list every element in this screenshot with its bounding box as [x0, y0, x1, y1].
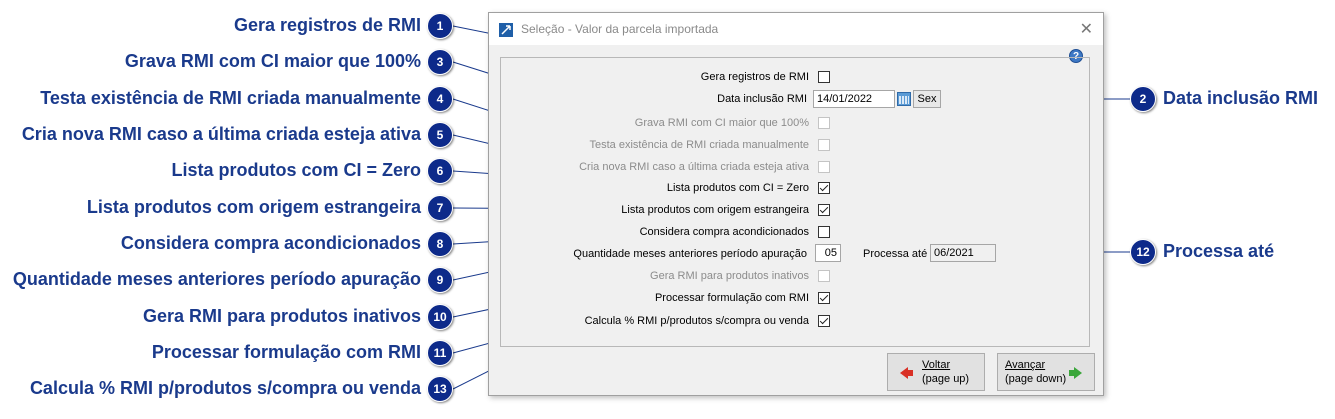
callout-text-7: Lista produtos com origem estrangeira [86, 197, 421, 217]
app-icon [499, 23, 513, 37]
processa-ate-label: Processa até [863, 248, 928, 260]
callout-badge-13: 13 [427, 376, 453, 402]
calendar-icon[interactable] [897, 92, 911, 106]
quantidade-meses-input[interactable]: 05 [815, 244, 841, 262]
considera-compra-label: Considera compra acondicionados [639, 226, 809, 238]
dialog-titlebar: Seleção - Valor da parcela importada ✕ [489, 13, 1103, 45]
lista-origem-label: Lista produtos com origem estrangeira [621, 204, 809, 216]
callout-text-5: Cria nova RMI caso a última criada estej… [21, 124, 421, 144]
lista-ci-zero-checkbox[interactable] [818, 182, 830, 194]
testa-existencia-label: Testa existência de RMI criada manualmen… [589, 139, 810, 151]
dialog-title: Seleção - Valor da parcela importada [521, 22, 719, 36]
calcula-rmi-checkbox[interactable] [818, 315, 830, 327]
callout-text-9: Quantidade meses anteriores período apur… [12, 269, 421, 289]
arrow-left-icon [900, 367, 913, 379]
quantidade-meses-label: Quantidade meses anteriores período apur… [573, 248, 807, 260]
testa-existencia-checkbox[interactable] [818, 139, 830, 151]
callout-badge-5: 5 [427, 122, 453, 148]
callout-text-8: Considera compra acondicionados [120, 233, 421, 253]
callout-text-4: Testa existência de RMI criada manualmen… [40, 88, 421, 108]
callout-badge-6: 6 [427, 158, 453, 184]
gera-inativos-checkbox[interactable] [818, 270, 830, 282]
callout-badge-11: 11 [427, 340, 453, 366]
callout-badge-7: 7 [427, 195, 453, 221]
callout-badge-10: 10 [427, 304, 453, 330]
callout-text-10: Gera RMI para produtos inativos [142, 306, 421, 326]
cria-nova-label: Cria nova RMI caso a última criada estej… [579, 161, 809, 173]
callout-text-13: Calcula % RMI p/produtos s/compra ou ven… [29, 378, 421, 398]
callout-badge-2: 2 [1130, 86, 1156, 112]
avancar-shortcut: (page down) [1005, 373, 1067, 385]
selection-dialog: Seleção - Valor da parcela importada ✕ ?… [488, 12, 1104, 396]
cria-nova-checkbox[interactable] [818, 161, 830, 173]
calcula-rmi-label: Calcula % RMI p/produtos s/compra ou ven… [584, 315, 809, 327]
voltar-button[interactable]: Voltar (page up) [887, 353, 985, 391]
arrow-right-icon [1069, 367, 1082, 379]
lista-ci-zero-label: Lista produtos com CI = Zero [666, 182, 809, 194]
callout-badge-4: 4 [427, 86, 453, 112]
avancar-button[interactable]: Avançar (page down) [997, 353, 1095, 391]
callout-text-6: Lista produtos com CI = Zero [171, 160, 421, 180]
callout-badge-1: 1 [427, 13, 453, 39]
close-icon[interactable]: ✕ [1080, 19, 1093, 39]
gera-inativos-label: Gera RMI para produtos inativos [650, 270, 809, 282]
weekday-button[interactable]: Sex [913, 90, 941, 108]
avancar-label: Avançar [1005, 359, 1046, 371]
voltar-label: Voltar [922, 359, 951, 371]
callout-badge-12: 12 [1130, 239, 1156, 265]
callout-badge-8: 8 [427, 231, 453, 257]
callout-text-1: Gera registros de RMI [233, 15, 421, 35]
callout-text-12: Processa até [1163, 241, 1275, 261]
processa-ate-input[interactable]: 06/2021 [930, 244, 996, 262]
data-inclusao-label: Data inclusão RMI [717, 93, 807, 105]
considera-compra-checkbox[interactable] [818, 226, 830, 238]
callout-text-11: Processar formulação com RMI [151, 342, 421, 362]
gera-registros-checkbox[interactable] [818, 71, 830, 83]
callout-text-2: Data inclusão RMI [1163, 88, 1319, 108]
grava-ci-label: Grava RMI com CI maior que 100% [634, 117, 809, 129]
voltar-shortcut: (page up) [922, 373, 970, 385]
callout-text-3: Grava RMI com CI maior que 100% [124, 51, 421, 71]
processar-formulacao-label: Processar formulação com RMI [654, 292, 809, 304]
gera-registros-label: Gera registros de RMI [700, 71, 809, 83]
grava-ci-checkbox[interactable] [818, 117, 830, 129]
callout-badge-3: 3 [427, 49, 453, 75]
data-inclusao-input[interactable]: 14/01/2022 [813, 90, 895, 108]
callout-badge-9: 9 [427, 267, 453, 293]
processar-formulacao-checkbox[interactable] [818, 292, 830, 304]
lista-origem-checkbox[interactable] [818, 204, 830, 216]
